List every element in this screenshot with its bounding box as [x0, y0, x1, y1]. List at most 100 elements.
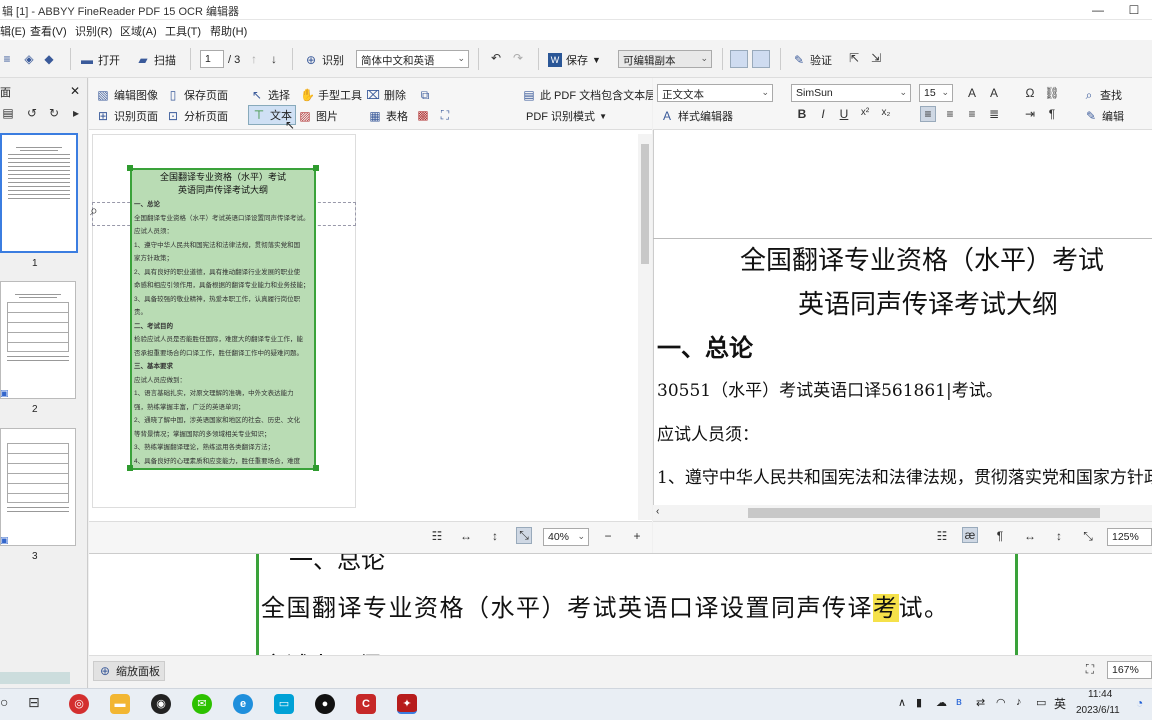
doc-paragraph-1[interactable]: 30551（水平）考试英语口译561861|考试。	[657, 376, 1003, 401]
picture-area-button[interactable]: ▨ 图片	[298, 108, 338, 124]
page-number-input[interactable]: 1	[200, 50, 224, 68]
netease-music-icon[interactable]: ◎	[69, 694, 89, 714]
image-view-icon[interactable]	[730, 50, 748, 68]
doc-paragraph-2[interactable]: 应试人员须：	[657, 420, 759, 445]
pdf-mode-dropdown[interactable]: PDF 识别模式 ▼	[526, 108, 607, 124]
align-right-icon[interactable]: ≡	[964, 107, 980, 121]
subscript-icon[interactable]: x₂	[878, 107, 894, 118]
save-page-button[interactable]: ▯ 保存页面	[166, 87, 228, 103]
menu-help[interactable]: 帮助(H)	[210, 23, 247, 39]
indent-icon[interactable]: ⇥	[1022, 107, 1038, 121]
cloud-icon[interactable]: ☁	[936, 696, 947, 709]
fit-height-icon[interactable]: ↕	[487, 529, 503, 543]
app-red-icon[interactable]: C	[356, 694, 376, 714]
text-layer-button[interactable]: ▤ 此 PDF 文档包含文本层	[522, 87, 656, 103]
fit-height-icon[interactable]: ↕	[1051, 529, 1067, 543]
image-zoom-select[interactable]: 40% ⌄	[543, 528, 589, 546]
resize-handle[interactable]	[127, 165, 133, 171]
recognize-button[interactable]: ⊕ 识别	[304, 52, 344, 68]
clock-date[interactable]: 2023/6/11	[1076, 705, 1120, 716]
finereader-icon[interactable]: ✦	[397, 694, 417, 714]
import-icon[interactable]: ⇲	[868, 51, 884, 65]
microphone-icon[interactable]: ▮	[916, 696, 922, 709]
battery-icon[interactable]: ▭	[1036, 696, 1046, 709]
save-page-icon[interactable]: ▣	[0, 535, 9, 546]
language-select[interactable]: 简体中文和英语 ⌄	[356, 50, 469, 68]
italic-icon[interactable]: I	[815, 107, 831, 121]
open-button[interactable]: ▬ 打开	[80, 52, 120, 68]
underline-icon[interactable]: U	[836, 107, 852, 121]
app-icon[interactable]: ●	[315, 694, 335, 714]
fit-options-icon[interactable]: ☷	[429, 529, 445, 543]
more-icon[interactable]: ▸	[68, 106, 84, 120]
fit-width-icon[interactable]: ↔	[458, 529, 474, 543]
resize-handle[interactable]	[313, 465, 319, 471]
align-left-icon[interactable]: ≡	[920, 106, 936, 122]
zoom-line-main[interactable]: 全国翻译专业资格（水平）考试英语口译设置同声传译考试。	[261, 588, 950, 623]
verify-button[interactable]: ✎ 验证	[792, 52, 832, 68]
rotate-right-icon[interactable]: ↻	[46, 106, 62, 120]
search-icon[interactable]: ○	[0, 694, 8, 710]
wifi-icon[interactable]: ◠	[996, 696, 1006, 709]
uncertain-char-highlight[interactable]: 考	[873, 594, 899, 622]
bold-icon[interactable]: B	[794, 107, 810, 121]
edit-button[interactable]: ✎ 编辑	[1084, 108, 1124, 124]
save-page-icon[interactable]: ▣	[0, 388, 9, 399]
text-view-icon[interactable]	[752, 50, 770, 68]
superscript-icon[interactable]: x²	[857, 107, 873, 118]
next-page-icon[interactable]: ↓	[266, 52, 282, 66]
zoom-in-icon[interactable]: +	[629, 529, 645, 543]
clock-time[interactable]: 11:44	[1088, 689, 1112, 700]
fit-page-icon[interactable]: ⤡	[1080, 529, 1096, 544]
bluetooth-icon[interactable]: ʙ	[956, 696, 962, 708]
fit-width-icon[interactable]: ↔	[1022, 529, 1038, 543]
zoom-panel-button[interactable]: ⊕ 缩放面板	[93, 661, 165, 681]
shrink-font-icon[interactable]: A	[986, 86, 1002, 100]
recognize-page-button[interactable]: ⊞ 识别页面	[96, 108, 158, 124]
save-format-select[interactable]: 可编辑副本 ⌄	[618, 50, 712, 68]
wechat-icon[interactable]: ✉	[192, 694, 212, 714]
grow-font-icon[interactable]: A	[964, 86, 980, 100]
bilibili-icon[interactable]: ▭	[274, 694, 294, 714]
scan-button[interactable]: ▰ 扫描	[136, 52, 176, 68]
resize-handle[interactable]	[313, 165, 319, 171]
volume-icon[interactable]: ♪	[1016, 696, 1022, 708]
align-center-icon[interactable]: ≡	[942, 107, 958, 121]
zoom-out-icon[interactable]: −	[600, 529, 616, 543]
previous-page-icon[interactable]: ↑	[246, 52, 262, 66]
text-zoom-select[interactable]: 125%	[1107, 528, 1152, 546]
export-icon[interactable]: ⇱	[846, 51, 862, 65]
paragraph-marks-icon[interactable]: ¶	[1044, 107, 1060, 121]
menu-recognize[interactable]: 识别(R)	[75, 23, 112, 39]
doc-title-2[interactable]: 英语同声传译考试大纲	[798, 284, 1058, 321]
menu-edit[interactable]: 辑(E)	[0, 23, 26, 39]
redo-icon[interactable]: ↷	[510, 51, 526, 65]
style-editor-button[interactable]: A 样式编辑器	[660, 108, 733, 124]
layers-alt-icon[interactable]: ◆	[42, 52, 56, 66]
view-icon[interactable]: ▤	[0, 106, 16, 120]
font-size-select[interactable]: 15 ⌄	[919, 84, 953, 102]
doc-paragraph-3[interactable]: 1、遵守中华人民共和国宪法和法律法规，贯彻落实党和国家方针政策	[657, 463, 1152, 488]
doc-title-1[interactable]: 全国翻译专业资格（水平）考试	[740, 240, 1104, 277]
page-thumbnail-2[interactable]	[0, 281, 76, 399]
font-select[interactable]: SimSun ⌄	[791, 84, 911, 102]
show-nonprinting-icon[interactable]: ¶	[992, 529, 1008, 543]
horizontal-scrollbar[interactable]	[0, 672, 70, 684]
barcode-area-icon[interactable]: ⛶	[438, 108, 452, 122]
file-explorer-icon[interactable]: ▬	[110, 694, 130, 714]
network-icon[interactable]: ⇄	[976, 696, 985, 709]
edge-icon[interactable]: e	[233, 694, 253, 714]
find-button[interactable]: ⌕ 查找	[1082, 87, 1122, 103]
maximize-button[interactable]: ☐	[1116, 0, 1152, 20]
menu-tools[interactable]: 工具(T)	[165, 23, 201, 39]
table-area-button[interactable]: ▦ 表格	[368, 108, 408, 124]
rotate-left-icon[interactable]: ↺	[24, 106, 40, 120]
input-method-indicator[interactable]: 英	[1054, 695, 1066, 712]
text-area-block[interactable]: 全国翻译专业资格（水平）考试 英语同声传译考试大纲 一、总论 全国翻译专业资格（水…	[130, 168, 316, 470]
image-vertical-scrollbar[interactable]	[638, 134, 652, 520]
doc-heading[interactable]: 一、总论	[657, 328, 753, 363]
minimize-button[interactable]: —	[1080, 0, 1116, 20]
hand-tool-button[interactable]: ✋ 手型工具	[300, 87, 362, 103]
paragraph-style-select[interactable]: 正文文本 ⌄	[657, 84, 773, 102]
notification-icon[interactable]: ◔	[1136, 696, 1143, 710]
